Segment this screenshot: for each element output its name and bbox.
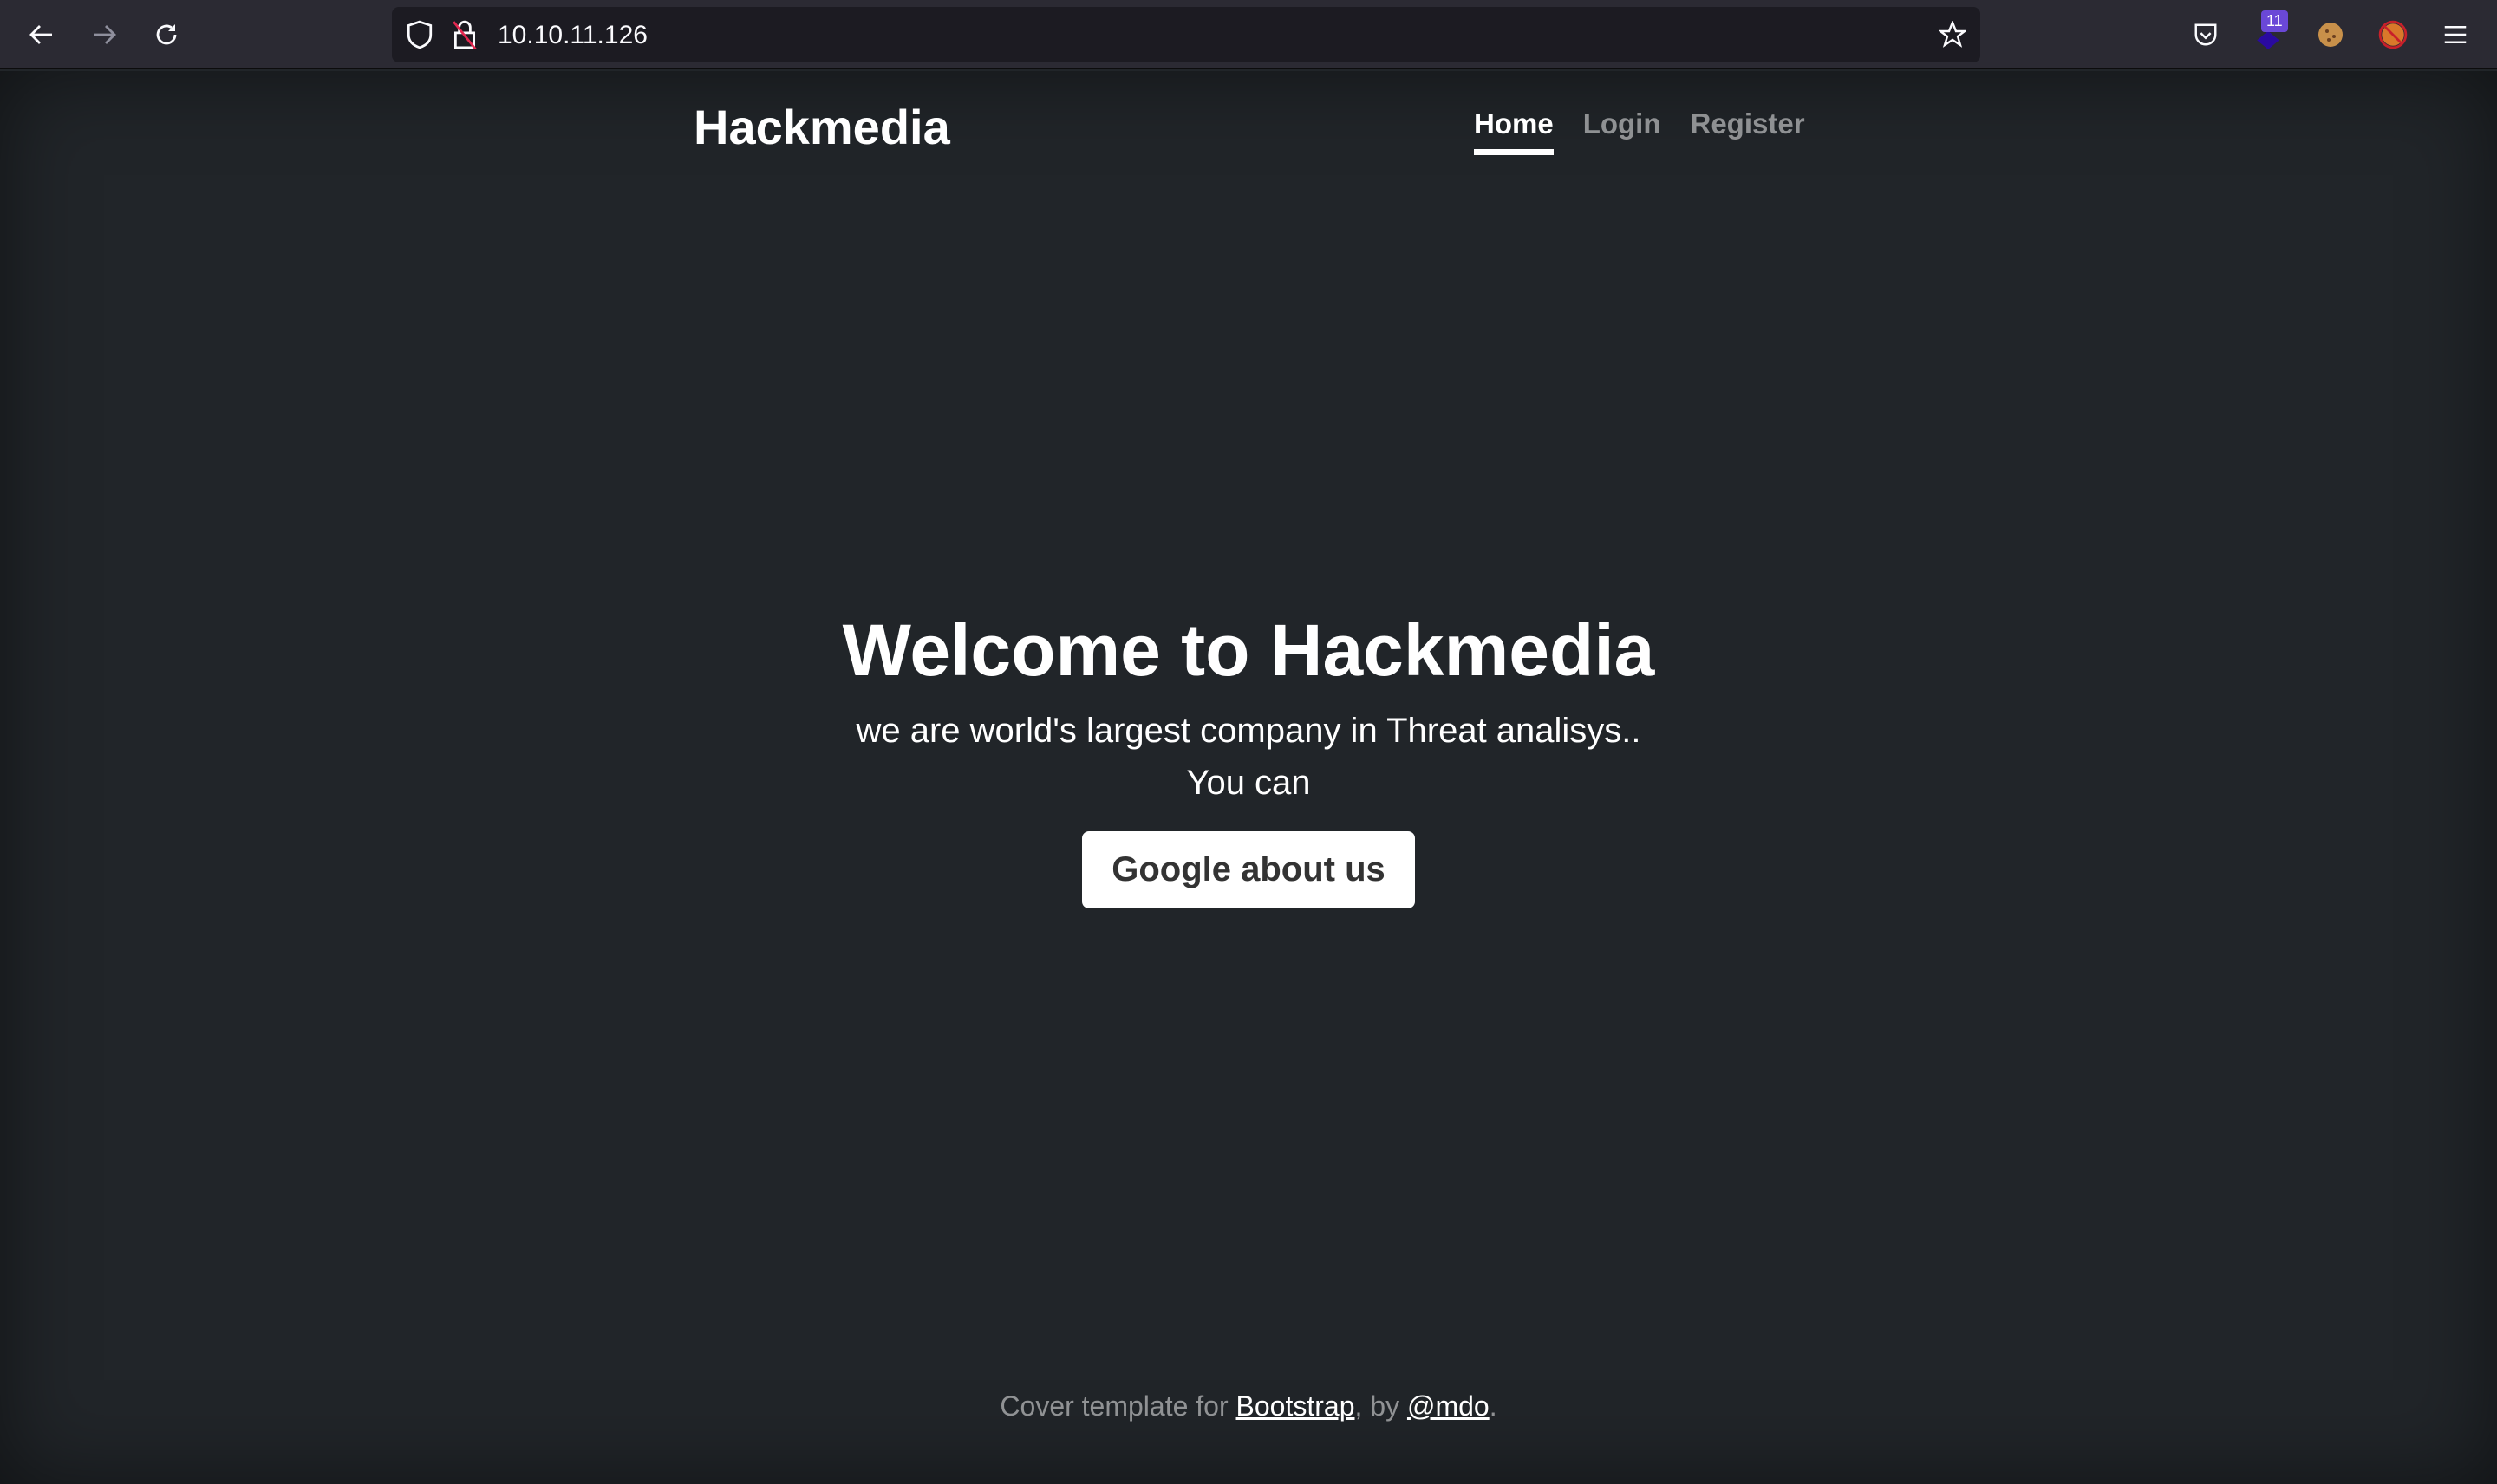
url-text[interactable]: 10.10.11.126 (498, 21, 648, 50)
hero-heading: Welcome to Hackmedia (842, 609, 1655, 691)
site-brand: Hackmedia (694, 100, 950, 154)
pocket-icon[interactable] (2188, 17, 2223, 52)
insecure-lock-icon[interactable] (447, 17, 482, 52)
main-nav: Home Login Register (1474, 107, 1805, 155)
hero-lead-2: You can (1186, 764, 1311, 802)
footer-suffix: . (1489, 1390, 1497, 1422)
extension-badge: 11 (2261, 10, 2288, 32)
bootstrap-link[interactable]: Bootstrap (1236, 1390, 1355, 1422)
nav-login[interactable]: Login (1583, 107, 1661, 155)
mdo-link[interactable]: @mdo (1407, 1390, 1490, 1422)
url-bar[interactable]: 10.10.11.126 (392, 7, 1980, 62)
cookie-icon[interactable] (2313, 17, 2348, 52)
browser-toolbar: 10.10.11.126 11 (0, 0, 2497, 69)
footer-prefix: Cover template for (1000, 1390, 1236, 1422)
hero-lead-1: we are world's largest company in Threat… (856, 712, 1641, 750)
google-about-us-button[interactable]: Google about us (1082, 831, 1415, 908)
menu-icon[interactable] (2438, 17, 2473, 52)
shield-icon[interactable] (402, 17, 437, 52)
nav-home[interactable]: Home (1474, 107, 1554, 155)
footer-mid: , by (1354, 1390, 1407, 1422)
forward-icon[interactable] (87, 17, 121, 52)
blocked-fox-icon[interactable] (2376, 17, 2410, 52)
hero: Welcome to Hackmedia we are world's larg… (0, 609, 2497, 908)
back-icon[interactable] (24, 17, 59, 52)
nav-register[interactable]: Register (1691, 107, 1805, 155)
page-content: Hackmedia Home Login Register Welcome to… (0, 71, 2497, 1484)
reload-icon[interactable] (149, 17, 184, 52)
bookmark-star-icon[interactable] (1935, 17, 1970, 52)
footer: Cover template for Bootstrap, by @mdo. (0, 1390, 2497, 1422)
